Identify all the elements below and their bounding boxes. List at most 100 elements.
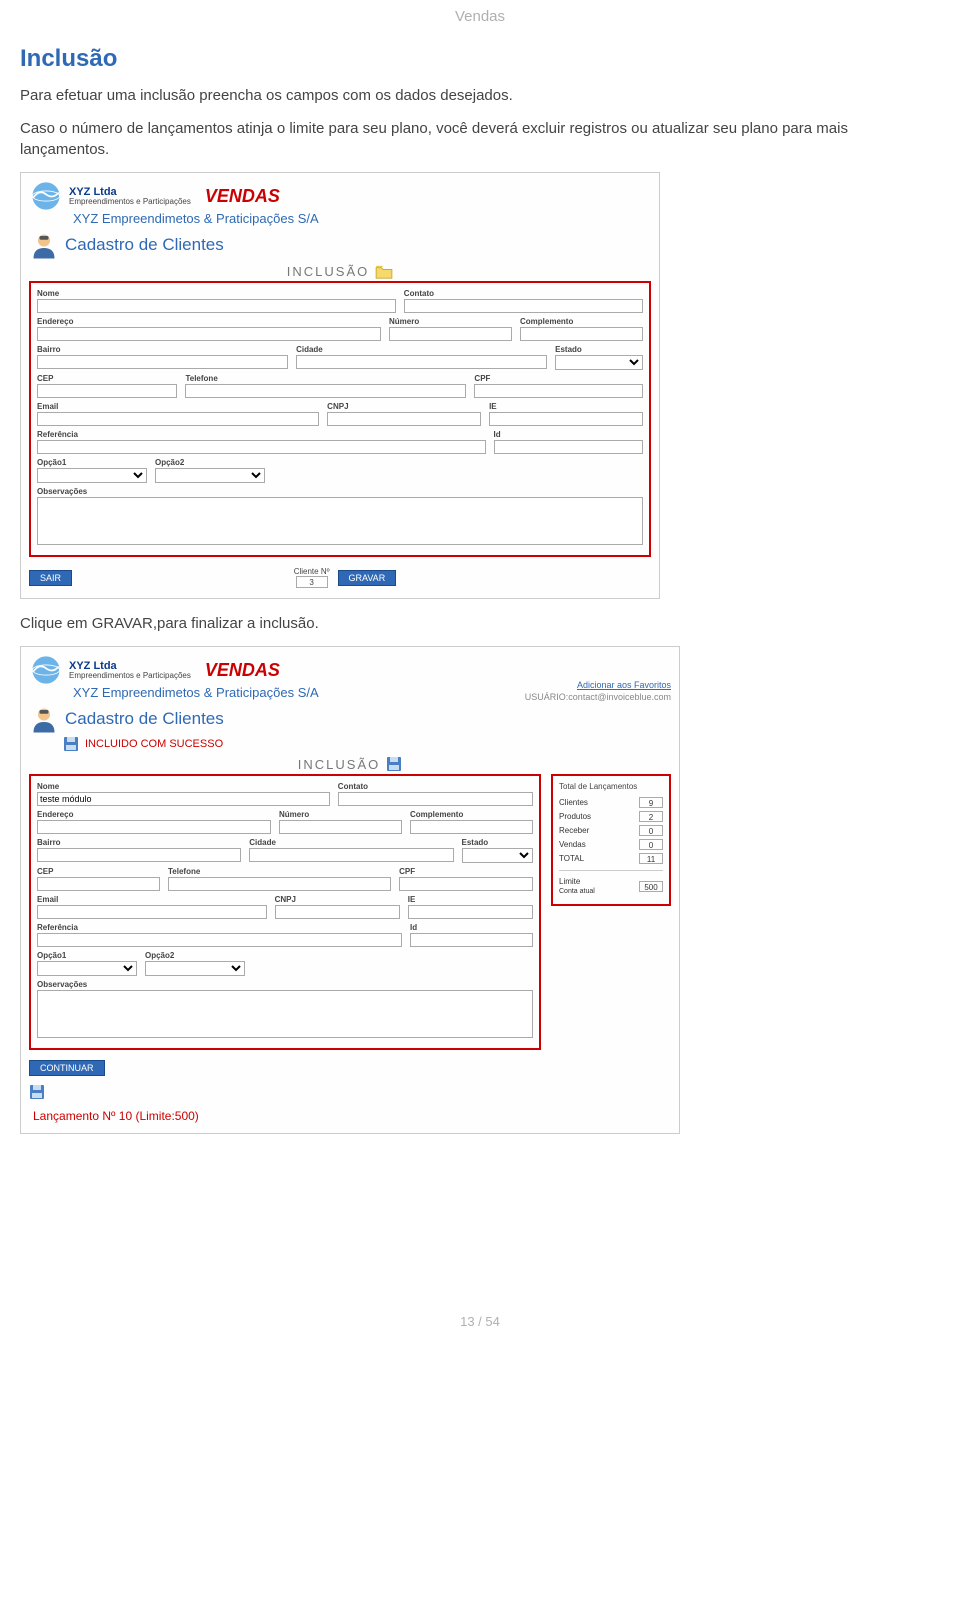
label-cnpj: CNPJ bbox=[275, 895, 400, 904]
totals-side-panel: Total de Lançamentos Clientes 9 Produtos… bbox=[551, 774, 671, 906]
cliente-number-block: Cliente Nº 3 bbox=[294, 567, 330, 588]
page-header: Vendas bbox=[20, 0, 940, 39]
inclusao-label: INCLUSÃO bbox=[287, 264, 369, 279]
header-right-links: Adicionar aos Favoritos USUÁRIO:contact@… bbox=[525, 680, 671, 702]
label-observacoes: Observações bbox=[37, 980, 533, 989]
label-cpf: CPF bbox=[474, 374, 643, 383]
intro-paragraph-1: Para efetuar uma inclusão preencha os ca… bbox=[20, 85, 940, 106]
label-telefone: Telefone bbox=[185, 374, 466, 383]
intro-paragraph-2: Caso o número de lançamentos atinja o li… bbox=[20, 118, 940, 160]
input-endereco[interactable] bbox=[37, 327, 381, 341]
input-email[interactable] bbox=[37, 412, 319, 426]
gravar-button[interactable]: GRAVAR bbox=[338, 570, 397, 586]
label-ie: IE bbox=[489, 402, 643, 411]
input-id[interactable] bbox=[494, 440, 644, 454]
cadastro-title: Cadastro de Clientes bbox=[65, 235, 224, 255]
input-numero[interactable] bbox=[279, 820, 402, 834]
label-cpf: CPF bbox=[399, 867, 533, 876]
label-cep: CEP bbox=[37, 867, 160, 876]
select-opcao2[interactable] bbox=[145, 961, 245, 976]
select-opcao1[interactable] bbox=[37, 961, 137, 976]
cliente-n-value: 3 bbox=[296, 576, 328, 588]
screenshot-inclusao-success: XYZ Ltda Empreendimentos e Participações… bbox=[20, 646, 680, 1134]
input-cep[interactable] bbox=[37, 384, 177, 398]
form-panel: Nome Contato Endereço Número Complemento… bbox=[29, 281, 651, 557]
input-contato[interactable] bbox=[404, 299, 643, 313]
label-email: Email bbox=[37, 895, 267, 904]
label-endereco: Endereço bbox=[37, 317, 381, 326]
input-referencia[interactable] bbox=[37, 933, 402, 947]
label-ie: IE bbox=[408, 895, 533, 904]
input-complemento[interactable] bbox=[520, 327, 643, 341]
lancamento-limit-note: Lançamento Nº 10 (Limite:500) bbox=[33, 1109, 541, 1123]
input-id[interactable] bbox=[410, 933, 533, 947]
input-numero[interactable] bbox=[389, 327, 512, 341]
select-estado[interactable] bbox=[462, 848, 533, 863]
label-endereco: Endereço bbox=[37, 810, 271, 819]
label-bairro: Bairro bbox=[37, 345, 288, 354]
inclusao-mode-bar-2: INCLUSÃO bbox=[29, 752, 671, 774]
side-row-produtos: Produtos 2 bbox=[559, 811, 663, 822]
input-cpf[interactable] bbox=[474, 384, 643, 398]
input-cpf[interactable] bbox=[399, 877, 533, 891]
cadastro-title: Cadastro de Clientes bbox=[65, 709, 224, 729]
label-opcao2: Opção2 bbox=[145, 951, 245, 960]
textarea-observacoes[interactable] bbox=[37, 990, 533, 1038]
select-opcao1[interactable] bbox=[37, 468, 147, 483]
vendas-logo: VENDAS bbox=[205, 186, 280, 207]
side-row-clientes: Clientes 9 bbox=[559, 797, 663, 808]
textarea-observacoes[interactable] bbox=[37, 497, 643, 545]
sair-button[interactable]: SAIR bbox=[29, 570, 72, 586]
input-nome[interactable] bbox=[37, 299, 396, 313]
side-value: 9 bbox=[639, 797, 663, 808]
input-cnpj[interactable] bbox=[327, 412, 481, 426]
side-row-receber: Receber 0 bbox=[559, 825, 663, 836]
side-label: Vendas bbox=[559, 840, 586, 849]
side-label: Receber bbox=[559, 826, 589, 835]
side-value: 0 bbox=[639, 839, 663, 850]
input-bairro[interactable] bbox=[37, 355, 288, 369]
side-total-value: 11 bbox=[639, 853, 663, 864]
input-ie[interactable] bbox=[489, 412, 643, 426]
person-icon bbox=[29, 704, 59, 734]
cliente-n-label: Cliente Nº bbox=[294, 567, 330, 576]
label-id: Id bbox=[410, 923, 533, 932]
side-row-limite: Limite Conta atual 500 bbox=[559, 877, 663, 895]
input-contato[interactable] bbox=[338, 792, 533, 806]
input-ie[interactable] bbox=[408, 905, 533, 919]
input-bairro[interactable] bbox=[37, 848, 241, 862]
label-contato: Contato bbox=[338, 782, 533, 791]
input-cidade[interactable] bbox=[249, 848, 453, 862]
side-row-total: TOTAL 11 bbox=[559, 853, 663, 864]
success-row: INCLUIDO COM SUCESSO bbox=[63, 736, 671, 752]
input-telefone[interactable] bbox=[185, 384, 466, 398]
side-row-vendas: Vendas 0 bbox=[559, 839, 663, 850]
input-cnpj[interactable] bbox=[275, 905, 400, 919]
input-nome[interactable] bbox=[37, 792, 330, 806]
input-referencia[interactable] bbox=[37, 440, 486, 454]
label-cidade: Cidade bbox=[296, 345, 547, 354]
screenshot-inclusao-blank: XYZ Ltda Empreendimentos e Participações… bbox=[20, 172, 660, 599]
select-estado[interactable] bbox=[555, 355, 643, 370]
label-opcao2: Opção2 bbox=[155, 458, 265, 467]
favorites-link[interactable]: Adicionar aos Favoritos bbox=[525, 680, 671, 690]
side-value: 2 bbox=[639, 811, 663, 822]
side-total-label: TOTAL bbox=[559, 854, 584, 863]
input-cidade[interactable] bbox=[296, 355, 547, 369]
input-telefone[interactable] bbox=[168, 877, 391, 891]
section-heading: Inclusão bbox=[20, 45, 940, 73]
brand-subtitle: Empreendimentos e Participações bbox=[69, 198, 191, 207]
select-opcao2[interactable] bbox=[155, 468, 265, 483]
label-contato: Contato bbox=[404, 289, 643, 298]
disk-icon[interactable] bbox=[29, 1084, 45, 1100]
folder-icon bbox=[375, 265, 393, 279]
input-complemento[interactable] bbox=[410, 820, 533, 834]
input-cep[interactable] bbox=[37, 877, 160, 891]
cadastro-header: Cadastro de Clientes bbox=[29, 230, 651, 260]
label-complemento: Complemento bbox=[520, 317, 643, 326]
label-complemento: Complemento bbox=[410, 810, 533, 819]
cadastro-header-2: Cadastro de Clientes bbox=[29, 704, 671, 734]
continuar-button[interactable]: CONTINUAR bbox=[29, 1060, 105, 1076]
input-endereco[interactable] bbox=[37, 820, 271, 834]
input-email[interactable] bbox=[37, 905, 267, 919]
